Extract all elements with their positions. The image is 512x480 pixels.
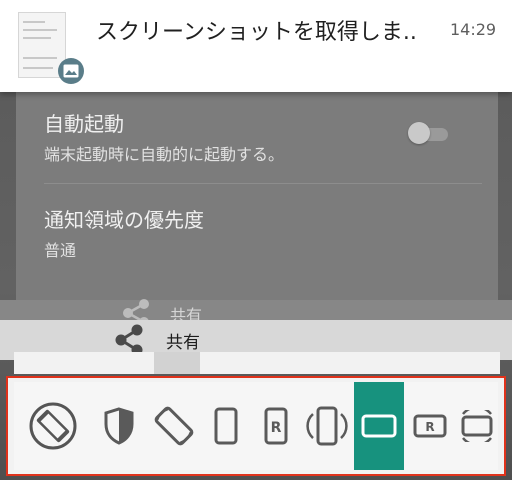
reverse-portrait-icon: R bbox=[264, 407, 288, 445]
image-icon bbox=[58, 58, 84, 84]
auto-rotate-button[interactable] bbox=[22, 382, 84, 470]
setting-title: 自動起動 bbox=[44, 112, 124, 136]
setting-value: 普通 bbox=[44, 241, 77, 260]
auto-start-toggle[interactable] bbox=[408, 122, 448, 144]
toggle-thumb bbox=[408, 122, 430, 144]
portrait-sensor-button[interactable] bbox=[304, 382, 350, 470]
rotate-icon bbox=[154, 406, 194, 446]
landscape-sensor-icon bbox=[461, 410, 493, 442]
rotate-button[interactable] bbox=[148, 382, 200, 470]
auto-rotate-icon bbox=[29, 402, 77, 450]
share-label[interactable]: 共有 bbox=[166, 328, 200, 353]
shield-button[interactable] bbox=[98, 382, 140, 470]
notification-title: スクリーンショットを取得しま.. bbox=[96, 20, 417, 45]
portrait-icon bbox=[214, 407, 238, 445]
divider bbox=[44, 183, 482, 184]
setting-auto-start[interactable]: 自動起動 端末起動時に自動的に起動する。 bbox=[44, 108, 284, 165]
setting-title: 通知領域の優先度 bbox=[44, 208, 204, 232]
notification-time: 14:29 bbox=[450, 20, 497, 39]
portrait-sensor-icon bbox=[306, 406, 348, 446]
background-strip bbox=[14, 352, 500, 374]
reverse-landscape-icon: R bbox=[413, 414, 447, 438]
reverse-landscape-button[interactable]: R bbox=[410, 382, 450, 470]
landscape-button-active[interactable] bbox=[354, 382, 404, 470]
setting-notification-priority[interactable]: 通知領域の優先度 普通 bbox=[44, 204, 204, 261]
screenshot-notification[interactable]: スクリーンショットを取得しま.. 14:29 bbox=[0, 0, 512, 92]
setting-subtitle: 端末起動時に自動的に起動する。 bbox=[44, 145, 285, 164]
orientation-toolbar: R R bbox=[6, 376, 506, 476]
portrait-button[interactable] bbox=[206, 382, 246, 470]
svg-text:R: R bbox=[425, 420, 434, 434]
landscape-sensor-button[interactable] bbox=[456, 382, 498, 470]
shield-icon bbox=[104, 407, 134, 445]
reverse-portrait-button[interactable]: R bbox=[256, 382, 296, 470]
landscape-icon bbox=[361, 414, 397, 438]
svg-text:R: R bbox=[271, 420, 282, 436]
